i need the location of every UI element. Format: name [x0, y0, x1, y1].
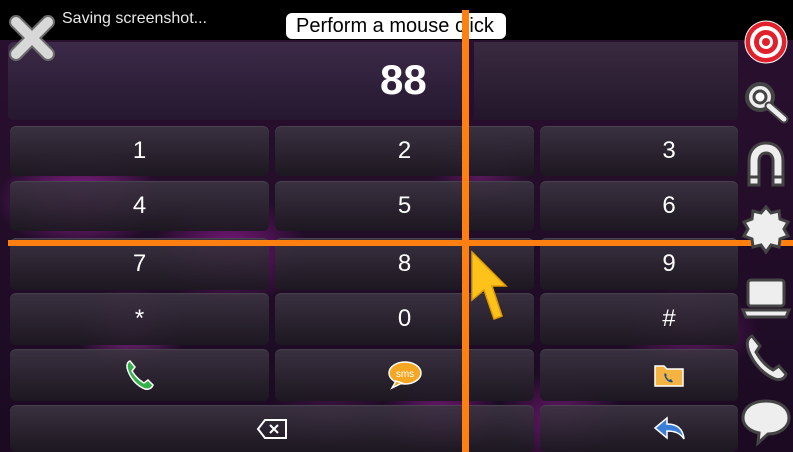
tool-sidebar: [738, 14, 793, 452]
speech-bubble-icon: [740, 399, 791, 447]
folder-phone-icon: [654, 365, 684, 387]
key-6-label: 6: [662, 192, 676, 219]
zoom-button[interactable]: [738, 74, 793, 130]
action-tooltip: Perform a mouse click: [286, 13, 506, 39]
laptop-icon: [740, 278, 791, 319]
phone-icon: [745, 334, 788, 382]
svg-text:sms: sms: [395, 369, 413, 380]
sms-bubble-icon: sms: [387, 361, 422, 390]
backspace-icon: [256, 418, 287, 439]
gear-icon: [741, 204, 790, 255]
close-button[interactable]: [8, 14, 56, 67]
chat-button[interactable]: [738, 394, 793, 450]
key-hash-label: #: [662, 305, 676, 332]
key-4[interactable]: 4: [10, 181, 269, 231]
laptop-button[interactable]: [738, 270, 793, 326]
mouse-cursor-icon: [470, 250, 510, 327]
reply-arrow-icon: [653, 415, 685, 440]
target-button[interactable]: [738, 14, 793, 70]
call-button[interactable]: [10, 349, 269, 401]
contacts-button[interactable]: [540, 349, 738, 401]
status-text: Saving screenshot...: [62, 10, 207, 27]
magnet-button[interactable]: [738, 136, 793, 192]
key-1[interactable]: 1: [10, 126, 269, 176]
key-2[interactable]: 2: [275, 126, 534, 176]
key-9-label: 9: [662, 250, 676, 277]
key-3-label: 3: [662, 137, 676, 164]
back-button[interactable]: [540, 405, 738, 452]
key-5[interactable]: 5: [275, 181, 534, 231]
key-6[interactable]: 6: [540, 181, 738, 231]
grid-horizontal-line: [8, 240, 793, 246]
key-star[interactable]: *: [10, 293, 269, 345]
backspace-button[interactable]: [10, 405, 534, 452]
dialed-number: 88: [380, 56, 427, 103]
display-area-right: [474, 42, 738, 120]
target-icon: [744, 20, 787, 64]
grid-vertical-line: [462, 10, 469, 452]
magnifier-icon: [744, 82, 788, 124]
phone-button[interactable]: [738, 330, 793, 386]
key-hash[interactable]: #: [540, 293, 738, 345]
close-icon: [9, 15, 55, 61]
phone-call-icon: [125, 360, 154, 390]
sms-button[interactable]: sms: [275, 349, 534, 401]
key-3[interactable]: 3: [540, 126, 738, 176]
magnet-icon: [747, 141, 784, 187]
settings-button[interactable]: [738, 202, 793, 258]
